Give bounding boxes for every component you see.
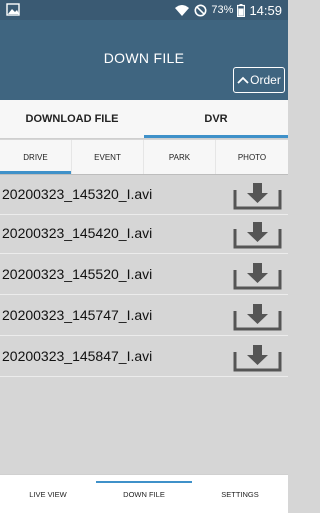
image-icon [6, 3, 20, 16]
tab-park[interactable]: PARK [144, 140, 216, 174]
tab-photo[interactable]: PHOTO [216, 140, 288, 174]
nav-settings[interactable]: SETTINGS [192, 475, 288, 513]
file-name: 20200323_145520_I.avi [2, 266, 153, 282]
do-not-disturb-icon [194, 4, 207, 16]
tab-drive[interactable]: DRIVE [0, 140, 72, 174]
wifi-icon [175, 4, 190, 16]
tab-download-file[interactable]: DOWNLOAD FILE [0, 100, 144, 138]
file-name: 20200323_145847_I.avi [2, 348, 153, 364]
file-name: 20200323_145747_I.avi [2, 307, 153, 323]
main-tabs: DOWNLOAD FILE DVR [0, 100, 288, 139]
list-item[interactable]: 20200323_145420_I.avi [0, 215, 288, 254]
app-header: DOWN FILE Order [0, 20, 288, 100]
tab-event[interactable]: EVENT [72, 140, 144, 174]
status-right: 73% 14:59 [174, 2, 282, 18]
download-icon[interactable] [233, 261, 282, 290]
list-item[interactable]: 20200323_145320_I.avi [0, 176, 288, 215]
order-label: Order [250, 73, 281, 87]
nav-live-view[interactable]: LIVE VIEW [0, 475, 96, 513]
status-bar: 73% 14:59 [0, 0, 288, 20]
page-title: DOWN FILE [103, 50, 185, 66]
list-item[interactable]: 20200323_145747_I.avi [0, 297, 288, 336]
tab-dvr[interactable]: DVR [144, 100, 288, 138]
download-icon[interactable] [233, 181, 282, 210]
chevron-up-icon [237, 76, 249, 84]
download-icon[interactable] [233, 220, 282, 249]
nav-down-file[interactable]: DOWN FILE [96, 475, 192, 513]
download-icon[interactable] [233, 302, 282, 331]
download-icon[interactable] [233, 343, 282, 372]
clock: 14:59 [249, 2, 282, 18]
category-tabs: DRIVE EVENT PARK PHOTO [0, 140, 288, 175]
battery-percent: 73% [211, 4, 234, 16]
battery-icon [237, 3, 246, 17]
list-item[interactable]: 20200323_145520_I.avi [0, 256, 288, 295]
file-name: 20200323_145320_I.avi [2, 186, 153, 202]
list-item[interactable]: 20200323_145847_I.avi [0, 338, 288, 377]
order-button[interactable]: Order [233, 67, 285, 93]
bottom-nav: LIVE VIEW DOWN FILE SETTINGS [0, 474, 288, 513]
file-name: 20200323_145420_I.avi [2, 225, 153, 241]
